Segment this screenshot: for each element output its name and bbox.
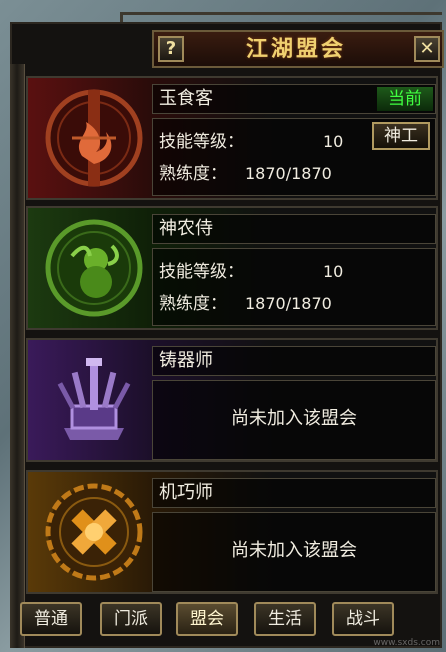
tab-putong[interactable]: 普通	[20, 602, 82, 636]
guild-info-box: 尚未加入该盟会	[152, 380, 436, 460]
guild-panel-yushike[interactable]: 玉食客 当前 技能等级： 10 熟练度： 1870/1870 神工	[26, 76, 438, 200]
guild-name: 机巧师	[159, 482, 213, 503]
help-button[interactable]: ?	[158, 36, 184, 62]
tab-shenghuo[interactable]: 生活	[254, 602, 316, 636]
guild-panel-zhuqishi[interactable]: 铸器师 尚未加入该盟会	[26, 338, 438, 462]
guild-name: 玉食客	[159, 88, 213, 109]
chat-channel-tabs: 普通 门派 盟会 生活 战斗	[20, 602, 440, 638]
flame-emblem-icon	[45, 89, 143, 187]
proficiency-value: 1870/1870	[245, 294, 332, 313]
guild-name-box: 玉食客 当前	[152, 84, 436, 114]
gourd-emblem-icon	[45, 219, 143, 317]
skill-level-value: 10	[323, 132, 344, 151]
proficiency-value: 1870/1870	[245, 164, 332, 183]
close-button[interactable]: ✕	[414, 36, 440, 62]
not-joined-text: 尚未加入该盟会	[231, 408, 357, 429]
tab-menpai[interactable]: 门派	[100, 602, 162, 636]
help-icon: ?	[165, 38, 177, 59]
guild-info-box: 尚未加入该盟会	[152, 512, 436, 592]
close-icon: ✕	[419, 38, 435, 59]
skill-level-label: 技能等级：	[159, 132, 244, 152]
shengong-button[interactable]: 神工	[372, 122, 430, 150]
tab-menghui[interactable]: 盟会	[176, 602, 238, 636]
gear-emblem-icon	[45, 483, 143, 581]
guild-name-box: 神农侍	[152, 214, 436, 244]
guild-panel-shennongshi[interactable]: 神农侍 技能等级： 10 熟练度： 1870/1870	[26, 206, 438, 330]
guild-name: 神农侍	[159, 218, 213, 239]
window-title: 江湖盟会	[245, 37, 346, 62]
skill-level-value: 10	[323, 262, 344, 281]
tab-zhandou[interactable]: 战斗	[332, 602, 394, 636]
current-badge: 当前	[377, 87, 433, 111]
guild-name-box: 机巧师	[152, 478, 436, 508]
forge-emblem-icon	[57, 358, 131, 440]
window-side-rail	[10, 64, 25, 648]
guild-name: 铸器师	[159, 350, 213, 371]
proficiency-label: 熟练度：	[159, 294, 227, 314]
guild-info-box: 技能等级： 10 熟练度： 1870/1870	[152, 248, 436, 326]
skill-level-label: 技能等级：	[159, 262, 244, 282]
watermark: www.sxds.com	[373, 638, 440, 648]
guild-panel-jiqiaoshi[interactable]: 机巧师 尚未加入该盟会	[26, 470, 438, 594]
not-joined-text: 尚未加入该盟会	[231, 540, 357, 561]
guild-name-box: 铸器师	[152, 346, 436, 376]
proficiency-label: 熟练度：	[159, 164, 227, 184]
